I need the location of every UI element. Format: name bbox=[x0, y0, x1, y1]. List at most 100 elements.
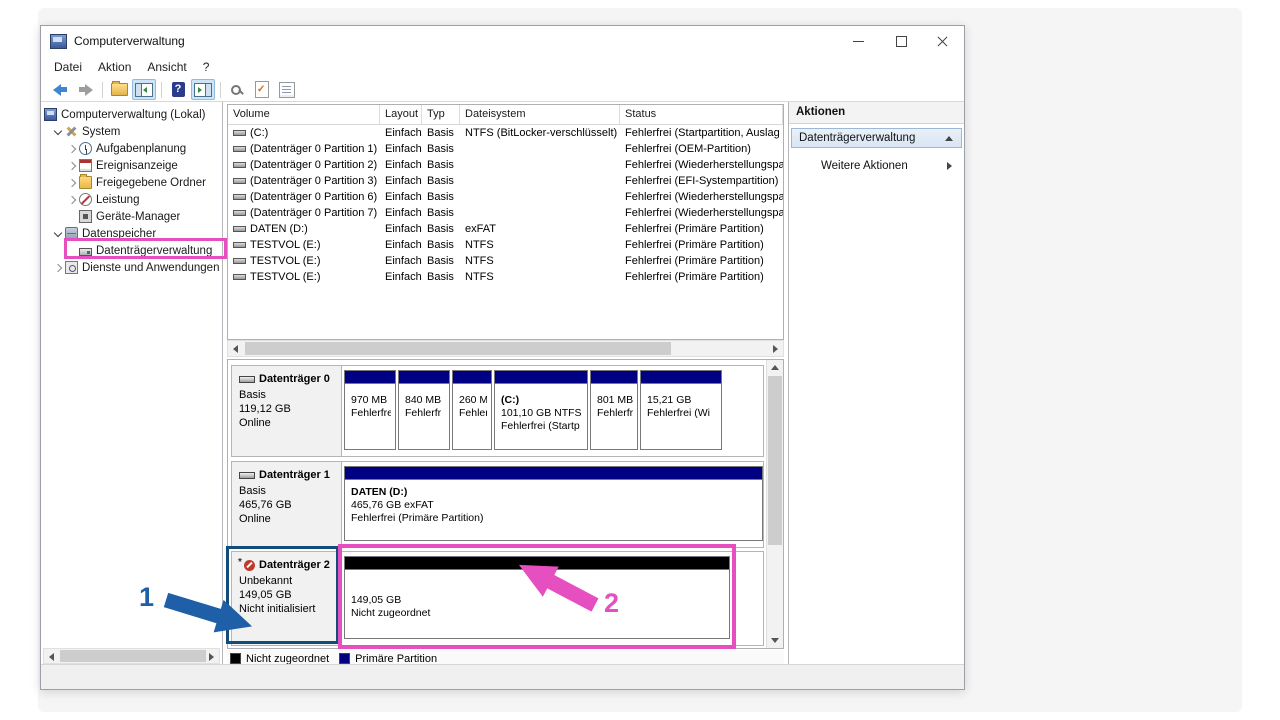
cell-typ: Basis bbox=[422, 255, 460, 267]
expander-collapsed-icon[interactable] bbox=[65, 176, 79, 190]
scroll-up-icon[interactable] bbox=[767, 360, 783, 376]
title-bar: Computerverwaltung bbox=[41, 26, 964, 56]
tree-item-system[interactable]: System bbox=[41, 123, 222, 140]
partition[interactable]: 840 MBFehlerfr bbox=[398, 370, 450, 450]
partition[interactable]: DATEN (D:)465,76 GB exFATFehlerfrei (Pri… bbox=[344, 466, 763, 541]
minimize-button[interactable] bbox=[838, 26, 880, 56]
console-tree: Computerverwaltung (Lokal)SystemAufgaben… bbox=[41, 106, 222, 647]
console-tree-toggle-button[interactable] bbox=[132, 79, 156, 100]
cell-typ: Basis bbox=[422, 127, 460, 139]
partition-text: 840 MBFehlerfr bbox=[399, 384, 449, 420]
tree-item-ereignisanzeige[interactable]: Ereignisanzeige bbox=[41, 157, 222, 174]
tree-item-computerverwaltung-lokal[interactable]: Computerverwaltung (Lokal) bbox=[41, 106, 222, 123]
disk-icon bbox=[239, 472, 255, 479]
cell-status: Fehlerfrei (Primäre Partition) bbox=[620, 255, 783, 267]
maximize-button[interactable] bbox=[880, 26, 922, 56]
partition-line: 840 MB bbox=[405, 394, 445, 407]
scrollbar-thumb[interactable] bbox=[60, 650, 206, 662]
disk-header-2[interactable]: Datenträger 2Unbekannt149,05 GBNicht ini… bbox=[232, 552, 342, 645]
partition-text: (C:)101,10 GB NTFSFehlerfrei (Startp bbox=[495, 384, 587, 433]
check-document-button[interactable] bbox=[250, 79, 274, 100]
partition[interactable]: (C:)101,10 GB NTFSFehlerfrei (Startp bbox=[494, 370, 588, 450]
expander-expanded-icon[interactable] bbox=[51, 125, 65, 139]
properties-button[interactable] bbox=[275, 79, 299, 100]
properties-icon bbox=[279, 82, 295, 98]
tree-item-leistung[interactable]: Leistung bbox=[41, 191, 222, 208]
column-header-typ[interactable]: Typ bbox=[422, 105, 460, 124]
volume-name: (Datenträger 0 Partition 6) bbox=[250, 191, 377, 203]
rescan-disks-button[interactable] bbox=[225, 79, 249, 100]
scroll-right-icon[interactable] bbox=[203, 649, 219, 663]
disk-name-text: Datenträger 2 bbox=[259, 559, 330, 571]
action-pane-toggle-button[interactable] bbox=[191, 79, 215, 100]
volume-row[interactable]: (Datenträger 0 Partition 7)EinfachBasisF… bbox=[228, 205, 783, 221]
expander-expanded-icon[interactable] bbox=[51, 227, 65, 241]
volume-row[interactable]: (Datenträger 0 Partition 1)EinfachBasisF… bbox=[228, 141, 783, 157]
volume-row[interactable]: (Datenträger 0 Partition 2)EinfachBasisF… bbox=[228, 157, 783, 173]
partition[interactable]: 801 MBFehlerfr bbox=[590, 370, 638, 450]
partition-text: 260 MFehler bbox=[453, 384, 491, 420]
expander-collapsed-icon[interactable] bbox=[51, 261, 65, 275]
tree-item-freigegebene-ordner[interactable]: Freigegebene Ordner bbox=[41, 174, 222, 191]
menu-item-ansicht[interactable]: Ansicht bbox=[139, 56, 194, 78]
scrollbar-thumb[interactable] bbox=[245, 342, 671, 355]
device-manager-icon bbox=[79, 210, 92, 223]
volume-icon bbox=[233, 258, 246, 264]
column-header-status[interactable]: Status bbox=[620, 105, 783, 124]
partition-text: DATEN (D:)465,76 GB exFATFehlerfrei (Pri… bbox=[345, 480, 762, 525]
disk-header-0[interactable]: Datenträger 0Basis119,12 GBOnline bbox=[232, 366, 342, 456]
partition-color-bar bbox=[345, 467, 762, 480]
volume-row[interactable]: DATEN (D:)EinfachBasisexFATFehlerfrei (P… bbox=[228, 221, 783, 237]
tree-item-datentr-gerverwaltung[interactable]: Datenträgerverwaltung bbox=[41, 242, 222, 259]
menu-item-?[interactable]: ? bbox=[195, 56, 218, 78]
volume-row[interactable]: (Datenträger 0 Partition 3)EinfachBasisF… bbox=[228, 173, 783, 189]
back-arrow-button[interactable] bbox=[48, 79, 72, 100]
volume-list: VolumeLayoutTypDateisystemStatus (C:)Ein… bbox=[227, 104, 784, 340]
tree-item-aufgabenplanung[interactable]: Aufgabenplanung bbox=[41, 140, 222, 157]
expander-collapsed-icon[interactable] bbox=[65, 193, 79, 207]
tree-item-datenspeicher[interactable]: Datenspeicher bbox=[41, 225, 222, 242]
cell-status: Fehlerfrei (Primäre Partition) bbox=[620, 223, 783, 235]
volume-row[interactable]: TESTVOL (E:)EinfachBasisNTFSFehlerfrei (… bbox=[228, 253, 783, 269]
volume-row[interactable]: (C:)EinfachBasisNTFS (BitLocker-verschlü… bbox=[228, 125, 783, 141]
partition[interactable]: 15,21 GBFehlerfrei (Wi bbox=[640, 370, 722, 450]
forward-arrow-button[interactable] bbox=[73, 79, 97, 100]
partition-text: 970 MBFehlerfre bbox=[345, 384, 395, 420]
partition-area: 970 MBFehlerfre840 MBFehlerfr260 MFehler… bbox=[344, 366, 763, 456]
collapse-up-icon[interactable] bbox=[945, 136, 953, 141]
disk-info-line: Online bbox=[239, 416, 341, 430]
help-button[interactable] bbox=[166, 79, 190, 100]
partition-text: 149,05 GBNicht zugeordnet bbox=[345, 570, 729, 620]
disk-header-1[interactable]: Datenträger 1Basis465,76 GBOnline bbox=[232, 462, 342, 547]
column-header-dateisystem[interactable]: Dateisystem bbox=[460, 105, 620, 124]
partition[interactable]: 970 MBFehlerfre bbox=[344, 370, 396, 450]
volume-list-rows: (C:)EinfachBasisNTFS (BitLocker-verschlü… bbox=[228, 125, 783, 285]
menu-item-datei[interactable]: Datei bbox=[46, 56, 90, 78]
volume-name: TESTVOL (E:) bbox=[250, 271, 321, 283]
expander-collapsed-icon[interactable] bbox=[65, 142, 79, 156]
scrollbar-thumb[interactable] bbox=[768, 376, 782, 545]
tree-item-ger-te-manager[interactable]: Geräte-Manager bbox=[41, 208, 222, 225]
submenu-arrow-icon bbox=[947, 162, 952, 170]
close-button[interactable] bbox=[922, 26, 964, 56]
expander-collapsed-icon[interactable] bbox=[65, 159, 79, 173]
column-header-layout[interactable]: Layout bbox=[380, 105, 422, 124]
tree-item-dienste-und-anwendungen[interactable]: Dienste und Anwendungen bbox=[41, 259, 222, 276]
scroll-down-icon[interactable] bbox=[767, 632, 783, 648]
more-actions-item[interactable]: Weitere Aktionen bbox=[789, 156, 964, 176]
unallocated-partition[interactable]: 149,05 GBNicht zugeordnet bbox=[344, 556, 730, 639]
actions-group-disk-management[interactable]: Datenträgerverwaltung bbox=[791, 128, 962, 148]
volume-row[interactable]: TESTVOL (E:)EinfachBasisNTFSFehlerfrei (… bbox=[228, 269, 783, 285]
column-header-volume[interactable]: Volume bbox=[228, 105, 380, 124]
scroll-left-icon[interactable] bbox=[44, 649, 60, 663]
scroll-right-icon[interactable] bbox=[767, 341, 783, 356]
menu-item-aktion[interactable]: Aktion bbox=[90, 56, 139, 78]
volume-row[interactable]: TESTVOL (E:)EinfachBasisNTFSFehlerfrei (… bbox=[228, 237, 783, 253]
toolbar-separator bbox=[102, 82, 103, 98]
scroll-left-icon[interactable] bbox=[228, 341, 244, 356]
export-folder-button[interactable] bbox=[107, 79, 131, 100]
partition-area: 149,05 GBNicht zugeordnet bbox=[344, 552, 763, 645]
volume-row[interactable]: (Datenträger 0 Partition 6)EinfachBasisF… bbox=[228, 189, 783, 205]
partition[interactable]: 260 MFehler bbox=[452, 370, 492, 450]
disk-row-1: Datenträger 1Basis465,76 GBOnlineDATEN (… bbox=[231, 461, 764, 548]
